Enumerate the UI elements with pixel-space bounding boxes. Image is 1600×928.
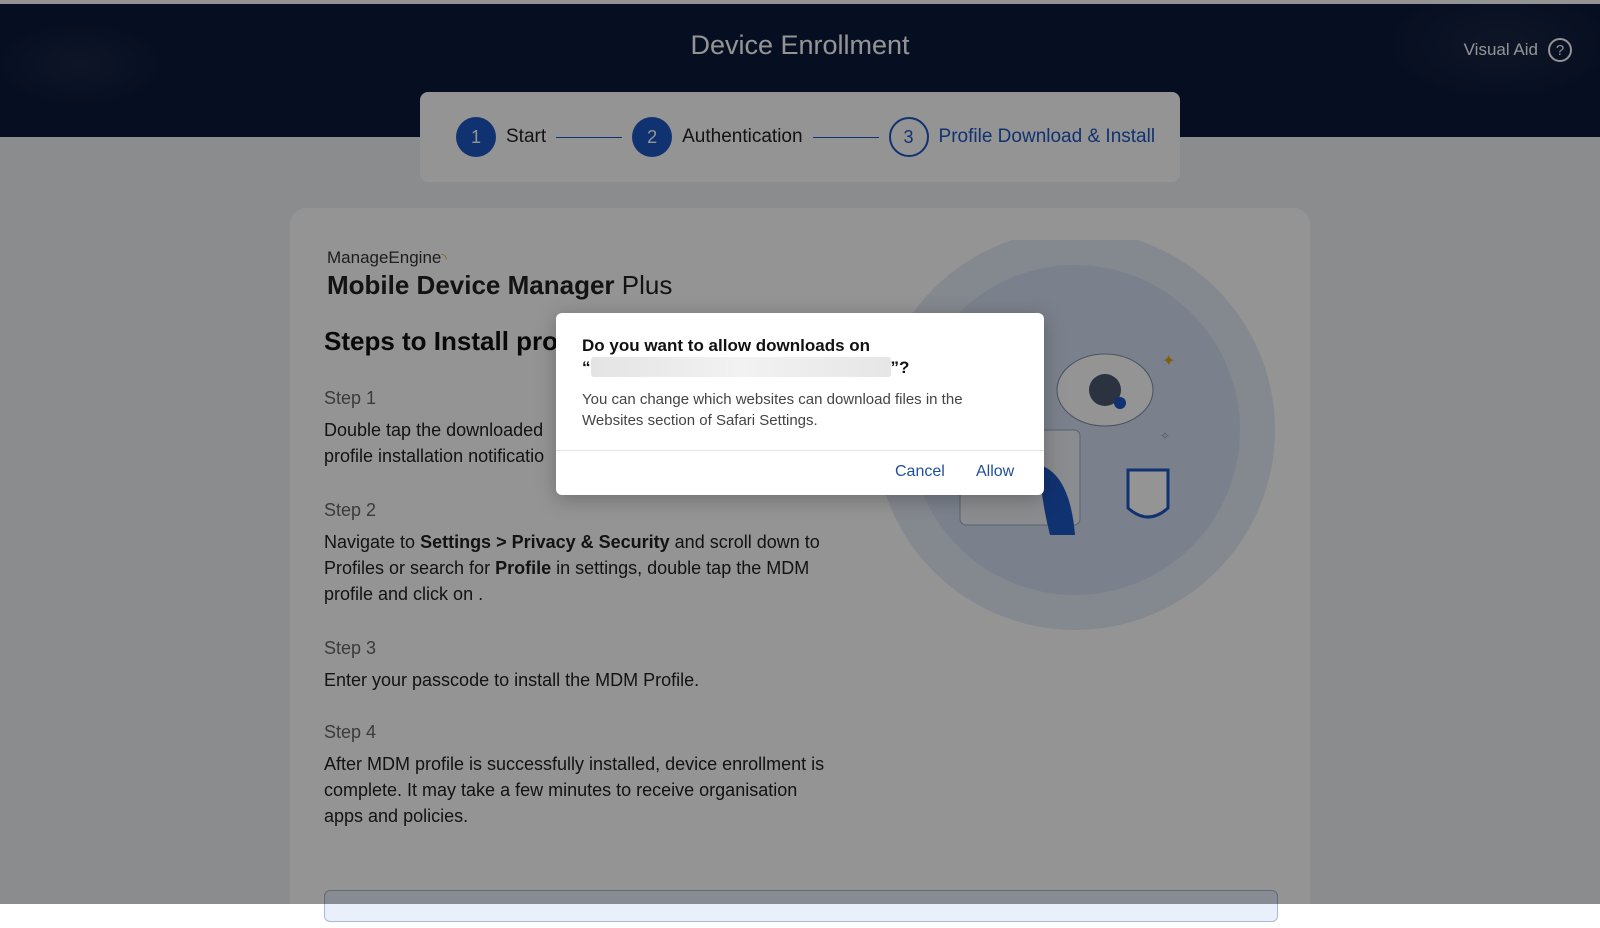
allow-button[interactable]: Allow — [976, 463, 1014, 481]
dialog-title: Do you want to allow downloads on “ ”? — [582, 335, 1022, 379]
download-permission-dialog: Do you want to allow downloads on “ ”? Yo… — [556, 313, 1044, 495]
dialog-divider — [556, 450, 1044, 451]
dialog-close-quote: ”? — [890, 358, 910, 377]
dialog-message: You can change which websites can downlo… — [582, 391, 963, 429]
redacted-website-url — [590, 357, 891, 377]
cancel-button[interactable]: Cancel — [895, 463, 945, 481]
dialog-open-quote: “ — [582, 358, 591, 377]
dialog-title-text: Do you want to allow downloads on — [582, 336, 871, 355]
